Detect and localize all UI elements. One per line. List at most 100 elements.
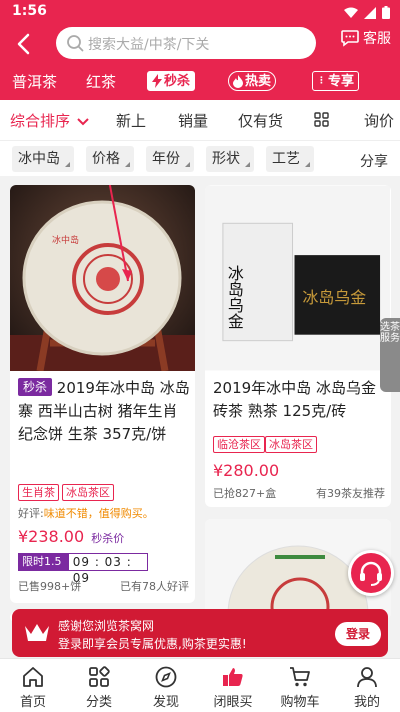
chat-bubble-icon [341, 30, 359, 47]
product-card-2[interactable]: 冰岛乌金 冰岛乌金 2019年冰中岛 冰岛乌金砖茶 熟茶 125克/砖 临沧茶区… [205, 185, 391, 507]
filter-chip-craft[interactable]: 工艺 [266, 146, 314, 172]
sort-new[interactable]: 新上 [116, 110, 146, 131]
filter-chip-brand[interactable]: 冰中岛 [12, 146, 74, 172]
tab-discover[interactable]: 发现 [133, 659, 199, 712]
user-icon [357, 667, 377, 688]
product-2-sold: 已抢827+盒 [213, 487, 277, 500]
sort-bar: 综合排序 新上 销量 仅有货 询价 [0, 100, 400, 140]
tab-category[interactable]: 分类 [66, 659, 132, 712]
sort-comprehensive[interactable]: 综合排序 [10, 110, 89, 131]
tab-home[interactable]: 首页 [0, 659, 66, 712]
product-2-title: 2019年冰中岛 冰岛乌金砖茶 熟茶 125克/砖 [213, 379, 376, 420]
crown-icon [25, 624, 49, 641]
floating-support-button[interactable] [348, 550, 394, 596]
category-exclusive[interactable]: ⋮ 专享 [312, 71, 360, 91]
sort-comprehensive-label: 综合排序 [10, 112, 71, 130]
review-prefix: 好评: [18, 507, 44, 520]
flash-sale-label: 秒杀 [164, 73, 191, 89]
product-image-tea-brick: 冰岛乌金 冰岛乌金 [205, 185, 390, 371]
product-1-price: ¥238.00 [18, 527, 85, 546]
product-1-title: 秒杀 2019年冰中岛 冰岛寨 西半山古树 猪年生肖纪念饼 生茶 357克/饼 [18, 377, 190, 446]
signal-icon [364, 6, 376, 19]
tab-discover-label: 发现 [152, 695, 179, 710]
battery-icon [382, 6, 390, 19]
filter-chip-shape[interactable]: 形状 [206, 146, 254, 172]
category-hot[interactable]: 热卖 [228, 71, 277, 91]
product-1-sold: 已售998+饼 [18, 580, 82, 593]
cart-icon [290, 667, 310, 687]
filter-chip-price[interactable]: 价格 [86, 146, 134, 172]
thumbs-up-icon [223, 668, 243, 686]
lightning-icon [152, 74, 162, 88]
compass-icon [155, 666, 177, 688]
product-1-tag-2: 冰岛茶区 [62, 484, 114, 501]
countdown-timer: 09 : 03 : 09 [72, 555, 132, 585]
sort-in-stock[interactable]: 仅有货 [238, 110, 283, 131]
tab-mine-label: 我的 [353, 695, 380, 710]
status-time: 1:56 [12, 3, 47, 19]
category-black-tea[interactable]: 红茶 [86, 70, 116, 94]
exclusive-dots-icon: ⋮ [317, 75, 326, 86]
search-input[interactable]: 搜索大益/中茶/下关 [56, 27, 316, 59]
dark-box-text: 冰岛乌金 [302, 288, 366, 307]
discount-label: 限时1.5折 [19, 554, 69, 584]
headset-icon [360, 561, 382, 586]
tab-buy[interactable]: 闭眼买 [200, 659, 266, 712]
back-button[interactable] [10, 30, 38, 58]
review-text: 味道不错，值得购买。 [43, 507, 154, 520]
chevron-down-icon [77, 118, 89, 126]
login-button[interactable]: 登录 [335, 622, 381, 646]
back-arrow-icon [17, 33, 30, 55]
product-image-tea-cake: 冰中岛 [10, 185, 195, 371]
search-icon [67, 35, 84, 52]
tab-category-label: 分类 [85, 695, 112, 710]
customer-service-button[interactable]: 客服 [340, 28, 391, 48]
product-2-tag-2: 冰岛茶区 [265, 436, 317, 453]
product-2-price: ¥280.00 [213, 461, 280, 480]
category-puer[interactable]: 普洱茶 [12, 70, 57, 94]
category-flash-sale[interactable]: 秒杀 [147, 71, 196, 91]
filter-chip-year[interactable]: 年份 [146, 146, 194, 172]
grid-icon [314, 112, 329, 127]
product-2-recommend: 有39茶友推荐 [316, 487, 385, 500]
login-banner-title: 感谢您浏览茶窝网 [58, 619, 155, 633]
product-1-price-label: 秒杀价 [91, 532, 125, 545]
tea-service-side-tab[interactable]: 选茶 服务 [380, 318, 400, 392]
white-box-text: 冰岛乌金 [225, 265, 244, 329]
product-1-tag-1: 生肖茶 [18, 484, 59, 501]
countdown-bar: 限时1.5折 09 : 03 : 09 [18, 553, 148, 585]
search-placeholder: 搜索大益/中茶/下关 [88, 37, 210, 53]
status-icons [344, 6, 390, 19]
sort-inquiry[interactable]: 询价 [364, 110, 394, 131]
share-button[interactable]: 分享 [360, 151, 388, 171]
sort-sales[interactable]: 销量 [178, 110, 208, 131]
tab-buy-label: 闭眼买 [213, 695, 253, 710]
product-1-review: 好评:味道不错，值得购买。 [18, 505, 154, 521]
tea-wrapper-text: 冰中岛 [52, 234, 79, 246]
tab-mine[interactable]: 我的 [334, 659, 400, 712]
product-card-1[interactable]: 冰中岛 秒杀 2019年冰中岛 冰岛寨 西半山古树 猪年生肖纪念饼 生茶 357… [10, 185, 195, 603]
login-banner-subtitle: 登录即享会员专属优惠,购茶更实惠! [58, 637, 247, 651]
service-label: 客服 [363, 31, 391, 47]
flash-sale-badge: 秒杀 [18, 378, 53, 396]
flame-icon [233, 74, 243, 88]
grid-view-button[interactable] [314, 112, 329, 131]
filter-bar: 冰中岛 价格 年份 形状 工艺 分享 [0, 140, 400, 176]
bottom-tab-bar: 首页 分类 发现 闭眼买 购物车 我的 [0, 658, 400, 712]
product-1-price-row: ¥238.00 秒杀价 [18, 527, 124, 546]
tab-home-label: 首页 [19, 695, 46, 710]
home-icon [23, 667, 43, 687]
status-bar: 1:56 [0, 0, 400, 24]
product-1-reviews-count: 已有78人好评 [120, 580, 189, 593]
header-bar: 搜索大益/中茶/下关 客服 [0, 24, 400, 64]
headset-icon-bg [351, 553, 391, 593]
product-1-title-block: 秒杀 2019年冰中岛 冰岛寨 西半山古树 猪年生肖纪念饼 生茶 357克/饼 [18, 377, 190, 446]
wifi-icon [344, 7, 358, 18]
tab-cart[interactable]: 购物车 [267, 659, 333, 712]
product-2-tag-1: 临沧茶区 [213, 436, 265, 453]
login-banner: 感谢您浏览茶窝网 登录即享会员专属优惠,购茶更实惠! 登录 [12, 609, 388, 657]
tab-cart-label: 购物车 [280, 695, 320, 710]
hot-label: 热卖 [245, 73, 272, 89]
exclusive-label: 专享 [328, 73, 355, 89]
category-bar: 普洱茶 红茶 秒杀 热卖 ⋮ 专享 [0, 64, 400, 100]
